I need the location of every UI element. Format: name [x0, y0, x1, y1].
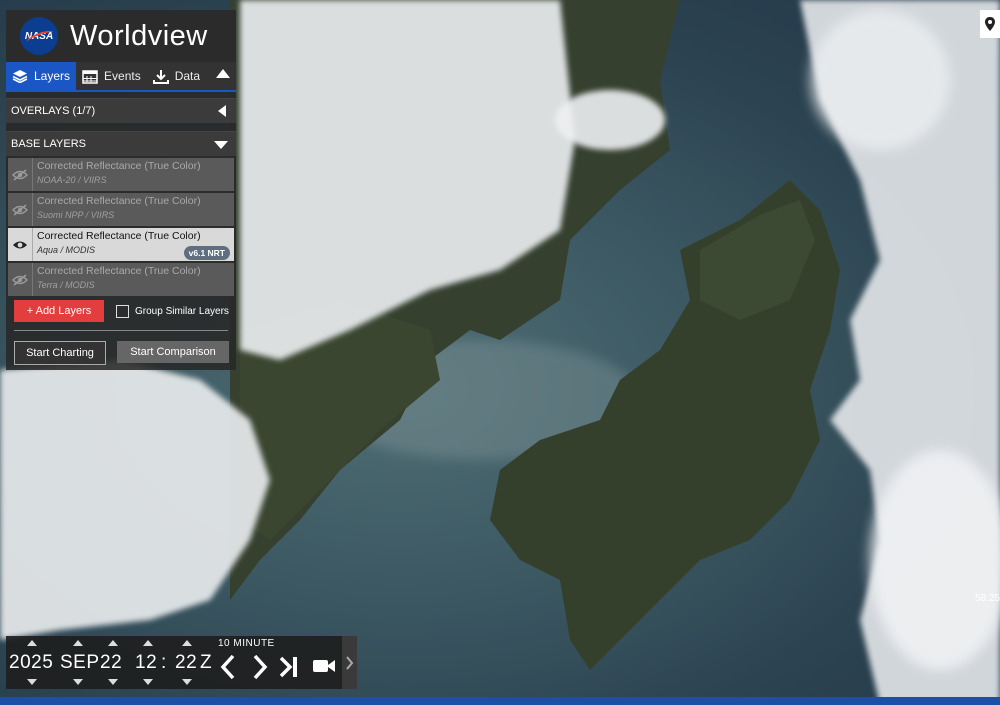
tab-layers[interactable]: Layers — [6, 62, 77, 90]
version-badge: v6.1 NRT — [183, 246, 230, 260]
collapse-sidebar-icon[interactable] — [216, 69, 230, 78]
add-layers-button[interactable]: + Add Layers — [14, 300, 104, 322]
day-value[interactable]: 22 — [100, 652, 122, 674]
tab-layers-label: Layers — [34, 69, 71, 83]
timeline-expand-button[interactable] — [342, 636, 357, 689]
interval-label[interactable]: 10 MINUTE — [218, 638, 275, 649]
download-icon — [152, 69, 169, 84]
app-title: Worldview — [70, 19, 208, 52]
bottom-bar — [0, 697, 1000, 705]
hour-down-icon[interactable] — [143, 679, 153, 685]
coordinate-label: 58.25 — [974, 593, 1000, 604]
start-comparison-button[interactable]: Start Comparison — [117, 341, 229, 363]
layer-source: Suomi NPP / VIIRS — [37, 210, 115, 220]
layer-source: NOAA-20 / VIIRS — [37, 175, 107, 185]
layer-name: Corrected Reflectance (True Color) — [37, 230, 201, 242]
eye-slash-icon[interactable] — [8, 158, 33, 191]
hour-value[interactable]: 12 — [135, 652, 157, 674]
month-down-icon[interactable] — [73, 679, 83, 685]
group-similar-label: Group Similar Layers — [135, 305, 229, 317]
calendar-icon — [82, 69, 98, 84]
hour-up-icon[interactable] — [143, 640, 153, 646]
overlays-header[interactable]: OVERLAYS (1/7) — [6, 98, 236, 123]
video-camera-icon[interactable] — [312, 657, 336, 675]
layer-source: Aqua / MODIS — [37, 245, 96, 255]
tab-events-label: Events — [104, 69, 141, 83]
time-separator: : — [161, 652, 167, 673]
nasa-logo[interactable]: NASA — [20, 17, 58, 55]
nasa-logo-text: NASA — [24, 30, 54, 42]
day-up-icon[interactable] — [108, 640, 118, 646]
sidebar-tabs: Layers Events Data — [6, 62, 236, 92]
layer-name: Corrected Reflectance (True Color) — [37, 160, 201, 172]
layers-sidebar: NASA Worldview Layers Events Data OVERLA… — [6, 10, 236, 370]
tab-data-label: Data — [174, 69, 201, 83]
location-button[interactable] — [980, 10, 1000, 38]
layers-icon — [12, 70, 28, 83]
month-up-icon[interactable] — [73, 640, 83, 646]
timeline-panel: 2025 SEP 22 12 : 22 Z 10 MINUTE — [6, 636, 357, 689]
month-value[interactable]: SEP — [60, 652, 100, 674]
tab-data[interactable]: Data — [147, 62, 206, 90]
eye-slash-icon[interactable] — [8, 193, 33, 226]
skip-to-latest-icon[interactable] — [278, 656, 302, 678]
chevron-right-icon — [346, 655, 354, 670]
chevron-left-icon[interactable] — [218, 105, 226, 117]
day-down-icon[interactable] — [108, 679, 118, 685]
divider — [14, 330, 228, 331]
brand-header: NASA Worldview — [6, 10, 236, 62]
layer-item[interactable]: Corrected Reflectance (True Color) Suomi… — [8, 193, 234, 226]
base-layers-header[interactable]: BASE LAYERS — [6, 131, 236, 156]
minute-up-icon[interactable] — [182, 640, 192, 646]
overlays-header-label: OVERLAYS (1/7) — [11, 105, 96, 117]
base-layers-header-label: BASE LAYERS — [11, 138, 86, 150]
eye-icon[interactable] — [8, 228, 33, 261]
eye-slash-icon[interactable] — [8, 263, 33, 296]
layer-item[interactable]: Corrected Reflectance (True Color) Terra… — [8, 263, 234, 296]
tab-events[interactable]: Events — [76, 62, 147, 90]
year-value[interactable]: 2025 — [9, 652, 53, 674]
layer-actions: + Add Layers Group Similar Layers — [14, 300, 229, 322]
layer-item-active[interactable]: Corrected Reflectance (True Color) Aqua … — [8, 228, 234, 261]
minute-down-icon[interactable] — [182, 679, 192, 685]
layer-name: Corrected Reflectance (True Color) — [37, 265, 201, 277]
layer-item[interactable]: Corrected Reflectance (True Color) NOAA-… — [8, 158, 234, 191]
layer-name: Corrected Reflectance (True Color) — [37, 195, 201, 207]
group-similar-checkbox[interactable] — [116, 304, 129, 318]
next-icon[interactable] — [251, 654, 269, 680]
layer-source: Terra / MODIS — [37, 280, 95, 290]
year-up-icon[interactable] — [27, 640, 37, 646]
timezone-label: Z — [200, 652, 213, 673]
year-down-icon[interactable] — [27, 679, 37, 685]
previous-icon[interactable] — [219, 654, 237, 680]
start-charting-button[interactable]: Start Charting — [14, 341, 106, 365]
map-pin-icon — [985, 17, 995, 31]
minute-value[interactable]: 22 — [175, 652, 197, 674]
chevron-down-icon[interactable] — [214, 141, 228, 149]
